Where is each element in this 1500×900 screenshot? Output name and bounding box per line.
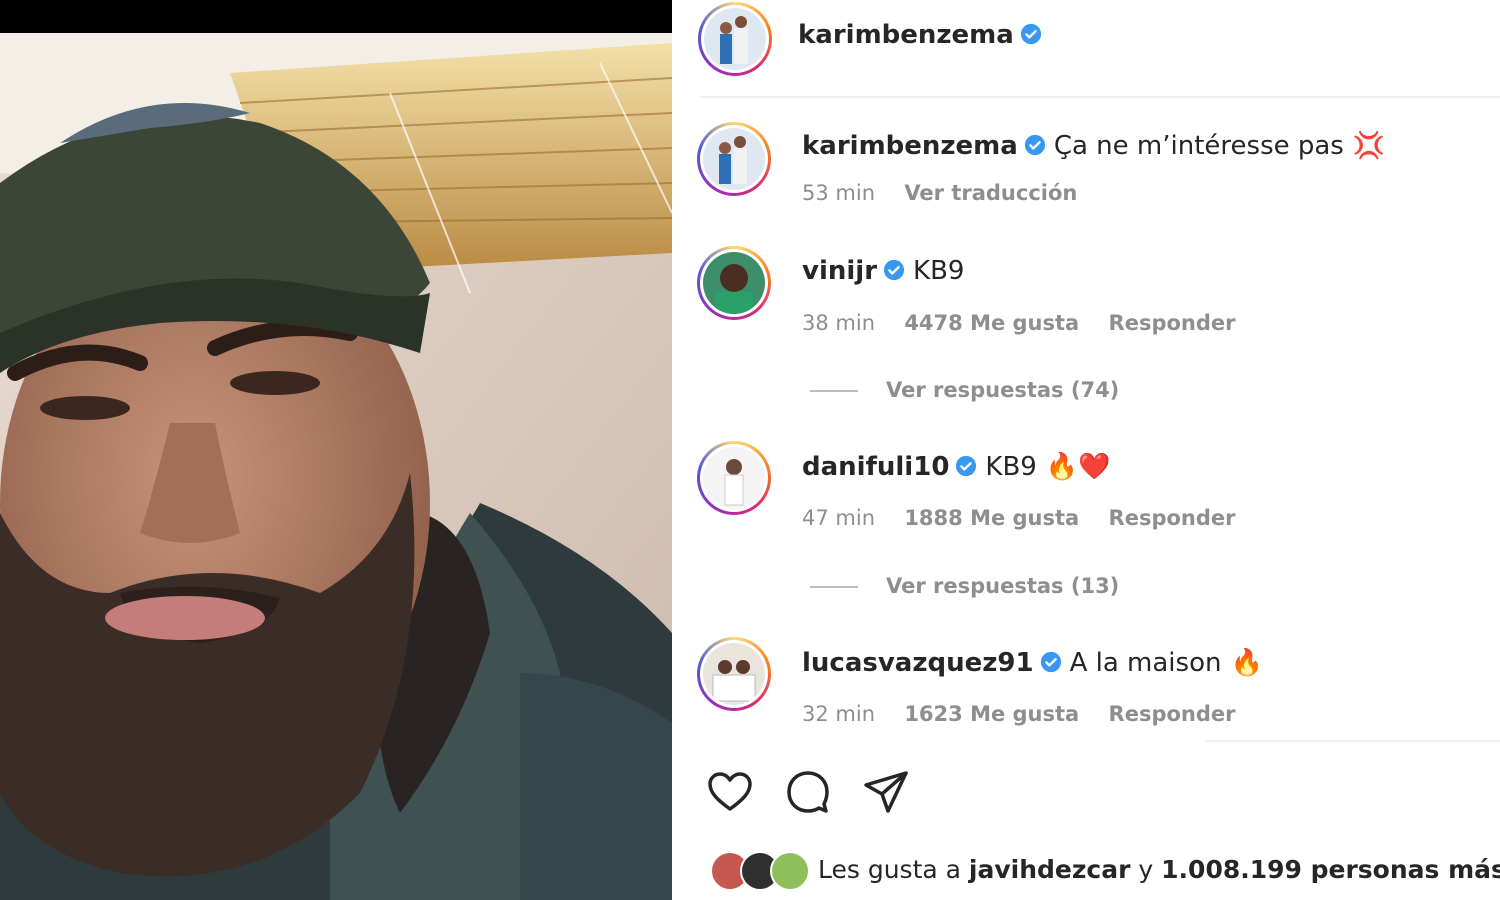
heart-icon[interactable]	[706, 768, 754, 816]
actions-divider	[1205, 740, 1500, 742]
reply-button[interactable]: Responder	[1109, 506, 1236, 530]
comment-meta: 38 min 4478 Me gusta Responder	[802, 311, 1258, 335]
likes-user-link[interactable]: javihdezcar	[969, 855, 1131, 884]
comment-time: 47 min	[802, 506, 875, 530]
comment-username[interactable]: lucasvazquez91	[802, 648, 1034, 678]
comment-avatar-image	[703, 643, 765, 705]
comment-avatar-image	[703, 252, 765, 314]
likes-prefix: Les gusta a	[818, 855, 961, 884]
comment-username[interactable]: vinijr	[802, 256, 877, 286]
comment-meta: 32 min 1623 Me gusta Responder	[802, 702, 1258, 726]
replies-line	[810, 586, 858, 588]
likes-count-link[interactable]: 1.008.199 personas más	[1161, 855, 1500, 884]
see-translation-button[interactable]: Ver traducción	[904, 181, 1077, 205]
author-avatar[interactable]	[698, 2, 772, 76]
comment-line: vinijr KB9	[802, 256, 964, 286]
likes-connector: y	[1138, 855, 1154, 884]
author-avatar-image	[704, 8, 766, 70]
comment-text: KB9	[985, 452, 1037, 482]
verified-badge-icon	[1024, 134, 1045, 155]
header-divider	[700, 96, 1500, 98]
comment-text: KB9	[913, 256, 965, 286]
caption-line: karimbenzema Ça ne m’intéresse pas 💢	[802, 131, 1385, 161]
caption-username[interactable]: karimbenzema	[802, 131, 1018, 161]
comment-meta: 47 min 1888 Me gusta Responder	[802, 506, 1258, 530]
send-icon[interactable]	[862, 768, 910, 816]
verified-badge-icon	[1040, 651, 1061, 672]
comment-line: danifuli10 KB9 🔥❤️	[802, 452, 1111, 482]
comment-avatar-image	[703, 447, 765, 509]
view-replies-button[interactable]: Ver respuestas (13)	[810, 574, 1119, 598]
selfie-image	[0, 33, 672, 900]
comment-username[interactable]: danifuli10	[802, 452, 949, 482]
comment-line: lucasvazquez91 A la maison 🔥	[802, 648, 1263, 678]
comment-likes[interactable]: 4478 Me gusta	[904, 311, 1079, 335]
verified-badge-icon	[1020, 23, 1041, 44]
caption-emoji: 💢	[1352, 131, 1386, 161]
author-username[interactable]: karimbenzema	[798, 20, 1014, 50]
view-replies-label: Ver respuestas (74)	[886, 378, 1120, 402]
reply-button[interactable]: Responder	[1109, 702, 1236, 726]
comment-avatar[interactable]	[697, 246, 771, 320]
photo-top-bar	[0, 0, 672, 33]
liker-avatar[interactable]	[770, 851, 810, 891]
caption-avatar-image	[703, 128, 765, 190]
comment-likes[interactable]: 1888 Me gusta	[904, 506, 1079, 530]
reply-button[interactable]: Responder	[1109, 311, 1236, 335]
comment-likes[interactable]: 1623 Me gusta	[904, 702, 1079, 726]
comment-emoji: 🔥	[1230, 648, 1263, 678]
caption-meta: 53 min Ver traducción	[802, 181, 1099, 205]
comment-avatar[interactable]	[697, 637, 771, 711]
view-replies-button[interactable]: Ver respuestas (74)	[810, 378, 1119, 402]
caption-avatar[interactable]	[697, 122, 771, 196]
caption-time: 53 min	[802, 181, 875, 205]
replies-line	[810, 390, 858, 392]
comment-time: 32 min	[802, 702, 875, 726]
post-photo[interactable]	[0, 0, 672, 900]
post-author-name[interactable]: karimbenzema	[798, 20, 1042, 50]
verified-badge-icon	[883, 259, 905, 280]
comment-time: 38 min	[802, 311, 875, 335]
comment-icon[interactable]	[784, 768, 832, 816]
comment-emoji: 🔥❤️	[1045, 452, 1111, 482]
comment-text: A la maison	[1069, 648, 1222, 678]
likes-summary: Les gusta a javihdezcar y 1.008.199 pers…	[818, 855, 1500, 884]
caption-text: Ça ne m’intéresse pas	[1053, 131, 1344, 161]
view-replies-label: Ver respuestas (13)	[886, 574, 1120, 598]
verified-badge-icon	[956, 455, 977, 476]
comment-avatar[interactable]	[697, 441, 771, 515]
